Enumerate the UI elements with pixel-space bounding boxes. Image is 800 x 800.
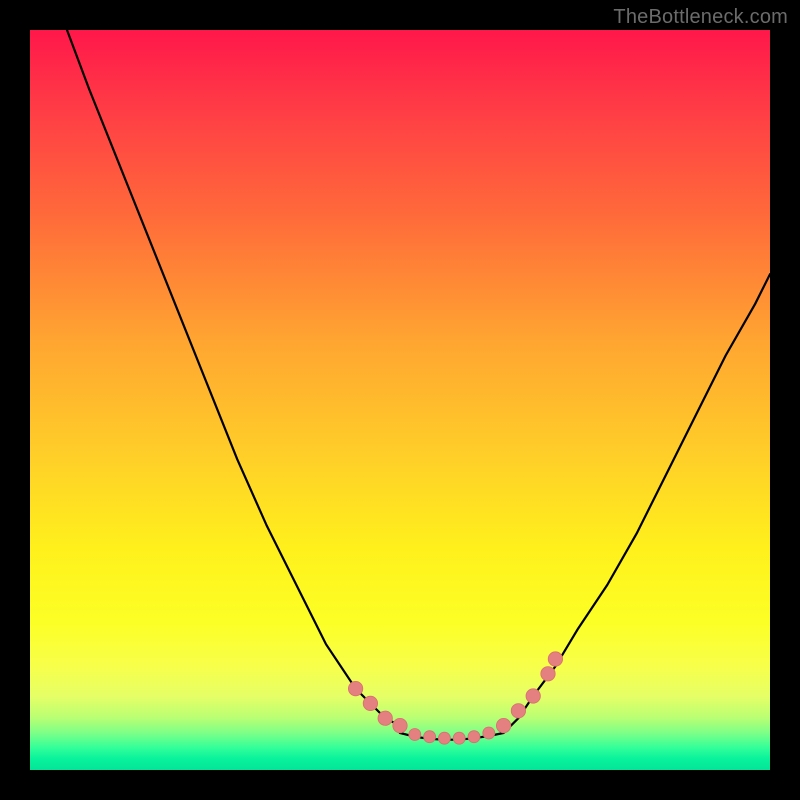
chart-frame: TheBottleneck.com	[0, 0, 800, 800]
curve-marker	[378, 711, 392, 725]
curve-marker	[526, 689, 540, 703]
watermark-text: TheBottleneck.com	[613, 6, 788, 29]
curve-marker	[548, 652, 562, 666]
marker-group	[348, 652, 562, 744]
plot-area	[30, 30, 770, 770]
curve-marker	[363, 696, 377, 710]
bottleneck-curve	[67, 30, 770, 740]
curve-marker	[438, 732, 450, 744]
curve-marker	[468, 731, 480, 743]
curve-marker	[496, 718, 510, 732]
curve-marker	[541, 667, 555, 681]
curve-marker	[393, 718, 407, 732]
curve-marker	[409, 729, 421, 741]
curve-marker	[453, 732, 465, 744]
curve-marker	[348, 681, 362, 695]
bottleneck-curve-svg	[30, 30, 770, 770]
curve-marker	[483, 727, 495, 739]
curve-marker	[511, 704, 525, 718]
curve-marker	[424, 731, 436, 743]
